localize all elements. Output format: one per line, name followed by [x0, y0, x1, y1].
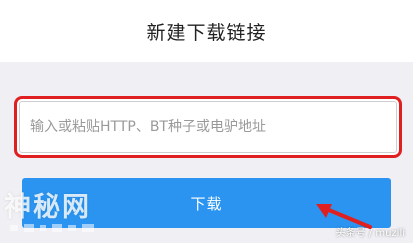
- download-button[interactable]: 下载: [22, 178, 391, 228]
- dialog-header: 新建下载链接: [0, 0, 413, 62]
- url-input-highlight: [14, 96, 402, 158]
- page-title: 新建下载链接: [146, 21, 267, 44]
- url-input[interactable]: [19, 101, 397, 153]
- download-button-label: 下载: [190, 194, 223, 213]
